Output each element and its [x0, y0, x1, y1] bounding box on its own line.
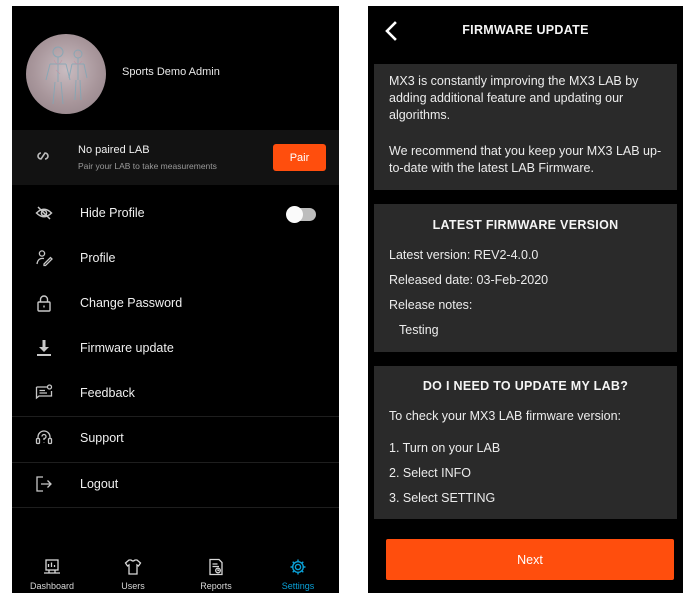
menu-label: Hide Profile [80, 206, 145, 220]
nav-label: Settings [281, 581, 315, 591]
intro-paragraph-2: We recommend that you keep your MX3 LAB … [389, 144, 662, 175]
lab-status-title: No paired LAB [78, 144, 150, 156]
menu-label: Profile [80, 251, 116, 265]
intro-paragraph-1: MX3 is constantly improving the MX3 LAB … [389, 74, 639, 122]
menu-label: Firmware update [80, 341, 174, 355]
release-notes-text: Testing [399, 323, 439, 337]
user-edit-icon [35, 249, 53, 267]
dashboard-icon [43, 558, 61, 576]
eye-off-icon [35, 204, 53, 222]
reports-icon [207, 558, 225, 576]
download-icon [35, 339, 53, 357]
nav-users[interactable]: Users [98, 554, 168, 591]
step-item: 3. Select SETTING [389, 491, 496, 505]
divider [12, 396, 339, 417]
step-item: 2. Select INFO [389, 466, 471, 480]
avatar[interactable] [26, 34, 106, 114]
hide-profile-toggle[interactable] [286, 206, 316, 223]
lab-status-subtitle: Pair your LAB to take measurements [78, 161, 217, 171]
settings-screen: Sports Demo Admin No paired LAB Pair you… [12, 6, 339, 593]
nav-dashboard[interactable]: Dashboard [17, 554, 87, 591]
pair-button[interactable]: Pair [273, 144, 326, 171]
need-update-title: DO I NEED TO UPDATE MY LAB? [422, 379, 629, 393]
user-name: Sports Demo Admin [122, 66, 220, 78]
firmware-update-screen: FIRMWARE UPDATE MX3 is constantly improv… [368, 6, 683, 593]
toggle-knob [286, 206, 303, 223]
menu-item-firmware-update[interactable]: Firmware update [12, 327, 339, 371]
next-button[interactable]: Next [386, 539, 674, 580]
menu-item-profile[interactable]: Profile [12, 237, 339, 281]
nav-label: Users [121, 581, 145, 591]
need-update-card: DO I NEED TO UPDATE MY LAB? To check you… [374, 366, 677, 519]
nav-reports[interactable]: Reports [181, 554, 251, 591]
divider [12, 441, 339, 463]
latest-firmware-card: LATEST FIRMWARE VERSION Latest version: … [374, 204, 677, 352]
need-update-intro: To check your MX3 LAB firmware version: [389, 409, 622, 423]
release-notes-label: Release notes: [389, 298, 473, 312]
lab-pairing-row: No paired LAB Pair your LAB to take meas… [12, 130, 339, 185]
nav-label: Dashboard [29, 581, 75, 591]
gear-icon [289, 558, 307, 576]
intro-card: MX3 is constantly improving the MX3 LAB … [374, 64, 677, 190]
nav-label: Reports [200, 581, 232, 591]
menu-item-hide-profile[interactable]: Hide Profile [12, 192, 339, 236]
bottom-nav: Dashboard Users Reports Settings [12, 554, 339, 593]
nav-settings[interactable]: Settings [263, 554, 333, 591]
latest-version: Latest version: REV2-4.0.0 [389, 248, 539, 262]
step-item: 1. Turn on your LAB [389, 441, 501, 455]
menu-label: Change Password [80, 296, 183, 310]
body-figure-icon [45, 46, 88, 105]
users-icon [124, 558, 142, 576]
divider [12, 486, 339, 508]
released-date: Released date: 03-Feb-2020 [389, 273, 549, 287]
latest-firmware-title: LATEST FIRMWARE VERSION [432, 218, 619, 232]
page-title: FIRMWARE UPDATE [462, 23, 589, 37]
menu-item-change-password[interactable]: Change Password [12, 282, 339, 326]
app-header: FIRMWARE UPDATE [368, 6, 683, 56]
link-icon [34, 149, 52, 167]
lock-icon [35, 294, 53, 312]
profile-header: Sports Demo Admin [12, 6, 339, 130]
